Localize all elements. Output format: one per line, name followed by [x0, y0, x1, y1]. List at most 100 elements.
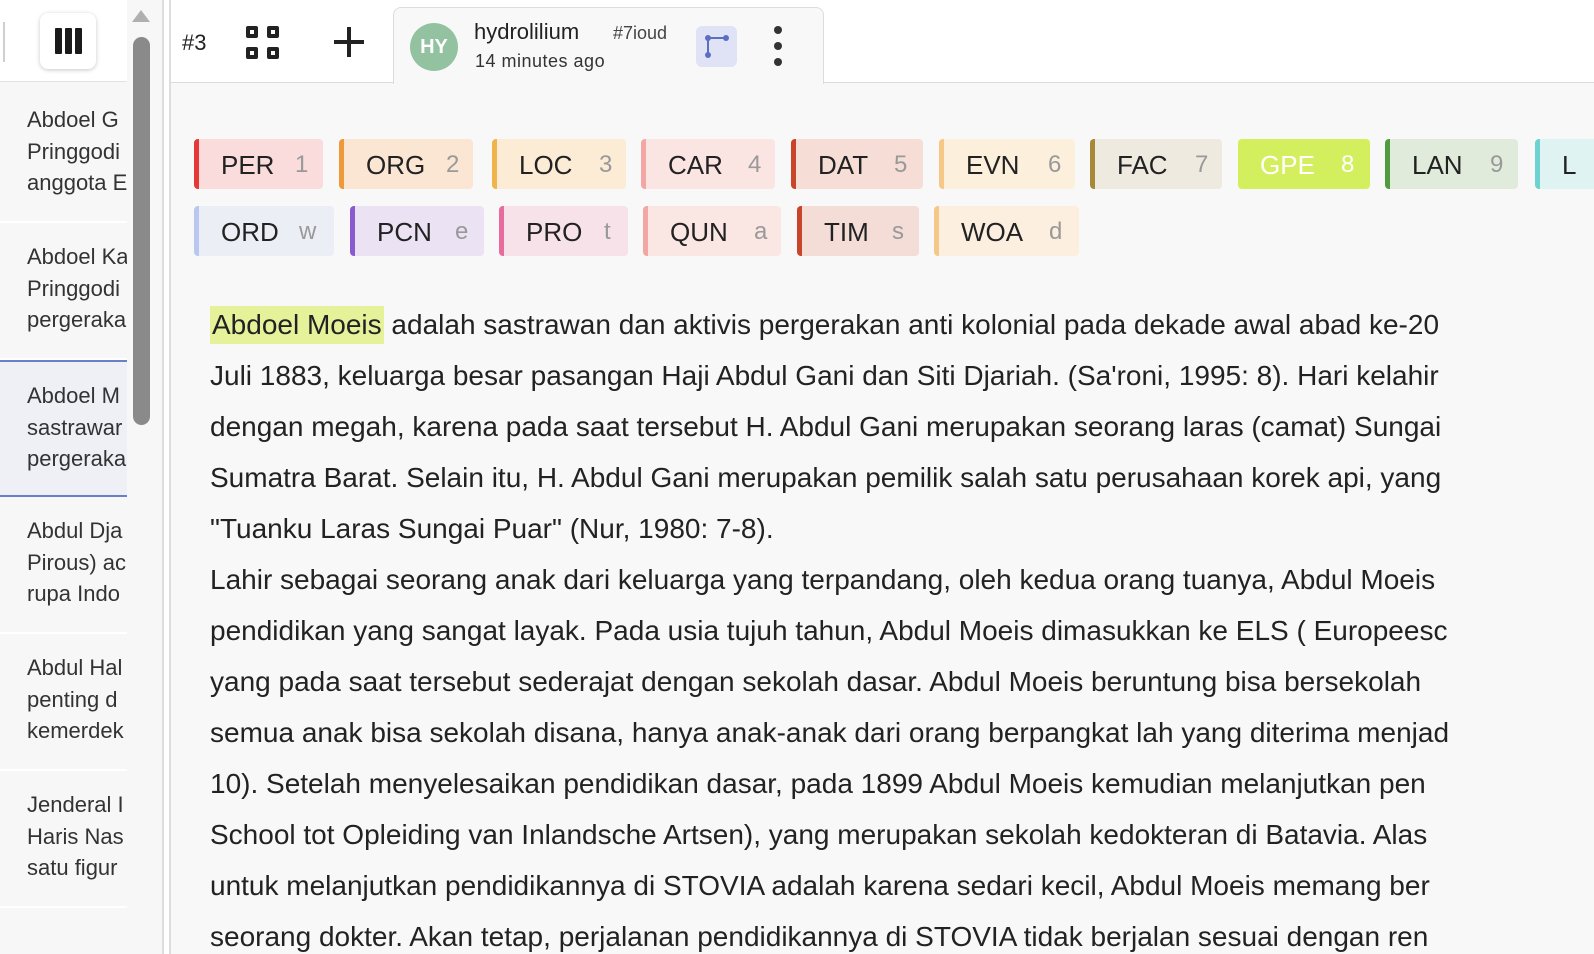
- document-snippet-line: sastrawar: [27, 414, 123, 440]
- label-shortcut: 4: [748, 151, 762, 178]
- document-list-item-active[interactable]: Abdoel M sastrawar pergeraka: [0, 360, 127, 497]
- text-line: yang pada saat tersebut sederajat dengan…: [210, 666, 1422, 697]
- label-chip-partial[interactable]: L: [1535, 139, 1594, 189]
- label-shortcut: 2: [446, 151, 460, 178]
- label-shortcut: e: [455, 218, 469, 245]
- label-chip-woa[interactable]: WOA d: [934, 206, 1079, 256]
- label-shortcut: w: [299, 218, 317, 245]
- label-shortcut: d: [1049, 218, 1063, 245]
- label-row: ORD w PCN e PRO t QUN a TIM s WOA d: [194, 206, 1594, 273]
- label-shortcut: 8: [1341, 151, 1355, 178]
- avatar: HY: [410, 23, 458, 71]
- label-name: LOC: [519, 150, 573, 180]
- label-chip-evn[interactable]: EVN 6: [939, 139, 1075, 189]
- label-name: LAN: [1412, 150, 1463, 180]
- document-snippet-line: pergeraka: [27, 307, 127, 332]
- relation-button[interactable]: [696, 26, 737, 67]
- label-row: PER 1 ORG 2 LOC 3 CAR 4 DAT 5 EVN 6 FAC …: [194, 139, 1594, 206]
- label-shortcut: t: [604, 218, 611, 245]
- label-shortcut: 6: [1048, 151, 1062, 178]
- label-name: QUN: [670, 217, 728, 247]
- document-list-item[interactable]: Abdul Hal penting d kemerdek: [0, 634, 127, 771]
- sidebar-header: [0, 0, 127, 82]
- document-sidebar: Abdoel G Pringgodi anggota E Abdoel Ka P…: [0, 0, 162, 954]
- add-tab-button[interactable]: [331, 24, 367, 60]
- entity-annotation-gpe[interactable]: Abdoel Moeis: [210, 306, 384, 344]
- label-shortcut: 5: [894, 151, 908, 178]
- tab-bar: #3 HY hydrolilium #7ioud 14 minutes ago: [171, 0, 1594, 84]
- label-chip-org[interactable]: ORG 2: [339, 139, 473, 189]
- document-snippet-line: kemerdek: [27, 718, 124, 743]
- scroll-up-arrow-icon[interactable]: [132, 10, 150, 22]
- label-name: L: [1562, 150, 1577, 180]
- tab-timestamp: 14 minutes ago: [475, 51, 606, 71]
- label-name: TIM: [824, 217, 869, 247]
- tab-document-id: #7ioud: [613, 23, 668, 43]
- label-chip-lan[interactable]: LAN 9: [1385, 139, 1518, 189]
- sidebar-divider-line: [3, 22, 5, 62]
- document-snippet-line: rupa Indo: [27, 581, 120, 606]
- label-shortcut: 1: [295, 151, 309, 178]
- tab-document[interactable]: HY hydrolilium #7ioud 14 minutes ago: [393, 7, 824, 84]
- label-name: GPE: [1260, 150, 1315, 180]
- label-chip-pro[interactable]: PRO t: [499, 206, 628, 256]
- text-line: dengan megah, karena pada saat tersebut …: [210, 411, 1442, 442]
- document-snippet-line: Abdoel M: [27, 383, 120, 408]
- document-snippet-line: anggota E: [27, 170, 127, 195]
- more-menu-button[interactable]: [770, 26, 786, 68]
- document-list-item[interactable]: Abdoel G Pringgodi anggota E: [0, 86, 127, 223]
- tab-count: #3: [182, 30, 207, 55]
- text-line: 10). Setelah menyelesaikan pendidikan da…: [210, 768, 1426, 799]
- label-name: PER: [221, 150, 275, 180]
- scrollbar-thumb[interactable]: [133, 37, 150, 425]
- label-chip-qun[interactable]: QUN a: [643, 206, 781, 256]
- tab-username: hydrolilium: [474, 19, 580, 44]
- label-toolbar: PER 1 ORG 2 LOC 3 CAR 4 DAT 5 EVN 6 FAC …: [194, 139, 1594, 273]
- text-line: seorang dokter. Akan tetap, perjalanan p…: [210, 921, 1429, 952]
- label-shortcut: s: [892, 218, 904, 245]
- label-shortcut: a: [754, 218, 768, 245]
- text-line: Sumatra Barat. Selain itu, H. Abdul Gani…: [210, 462, 1442, 493]
- text-line: semua anak bisa sekolah disana, hanya an…: [210, 717, 1450, 748]
- document-list-item[interactable]: Abdoel Ka Pringgodi pergeraka: [0, 223, 127, 360]
- label-chip-loc[interactable]: LOC 3: [492, 139, 626, 189]
- document-snippet-line: pergeraka: [27, 446, 127, 471]
- label-name: ORG: [366, 150, 426, 180]
- label-chip-ord[interactable]: ORD w: [194, 206, 334, 256]
- document-snippet-line: Pirous) ac: [27, 549, 127, 575]
- document-snippet-line: Haris Nas: [27, 823, 124, 849]
- document-list-item[interactable]: Jenderal I Haris Nas satu figur: [0, 771, 127, 908]
- label-shortcut: 3: [599, 151, 613, 178]
- label-name: FAC: [1117, 150, 1168, 180]
- label-shortcut: 9: [1490, 151, 1504, 178]
- label-chip-dat[interactable]: DAT 5: [791, 139, 923, 189]
- label-chip-car[interactable]: CAR 4: [641, 139, 775, 189]
- document-text[interactable]: Abdoel Moeis adalah sastrawan dan aktivi…: [210, 299, 1594, 954]
- view-columns-button[interactable]: [40, 13, 96, 69]
- label-chip-tim[interactable]: TIM s: [797, 206, 919, 256]
- label-chip-per[interactable]: PER 1: [194, 139, 323, 189]
- label-name: CAR: [668, 150, 723, 180]
- label-name: DAT: [818, 150, 869, 180]
- label-chip-gpe-selected[interactable]: GPE 8: [1238, 139, 1370, 189]
- document-snippet-line: Pringgodi: [27, 138, 120, 164]
- panel-resize-handle[interactable]: [162, 0, 171, 954]
- grid-view-button[interactable]: [246, 26, 279, 59]
- text-line: untuk melanjutkan pendidikannya di STOVI…: [210, 870, 1430, 901]
- text-line: pendidikan yang sangat layak. Pada usia …: [210, 615, 1448, 646]
- document-snippet-line: penting d: [27, 686, 118, 712]
- label-chip-fac[interactable]: FAC 7: [1090, 139, 1222, 189]
- document-snippet-line: satu figur: [27, 855, 118, 880]
- label-name: ORD: [221, 217, 279, 247]
- text-line: Abdoel Moeis adalah sastrawan dan aktivi…: [210, 299, 1594, 350]
- document-list-item[interactable]: Abdul Dja Pirous) ac rupa Indo: [0, 497, 127, 634]
- label-chip-pcn[interactable]: PCN e: [350, 206, 484, 256]
- label-name: PCN: [377, 217, 432, 247]
- text-line: School tot Opleiding van Inlandsche Arts…: [210, 819, 1428, 850]
- sidebar-scrollbar[interactable]: [127, 0, 155, 954]
- document-snippet-line: Abdul Dja: [27, 518, 123, 543]
- label-name: PRO: [526, 217, 583, 247]
- document-list: Abdoel G Pringgodi anggota E Abdoel Ka P…: [0, 86, 127, 908]
- text-line: "Tuanku Laras Sungai Puar" (Nur, 1980: 7…: [210, 513, 774, 544]
- annotation-app: Abdoel G Pringgodi anggota E Abdoel Ka P…: [0, 0, 1594, 954]
